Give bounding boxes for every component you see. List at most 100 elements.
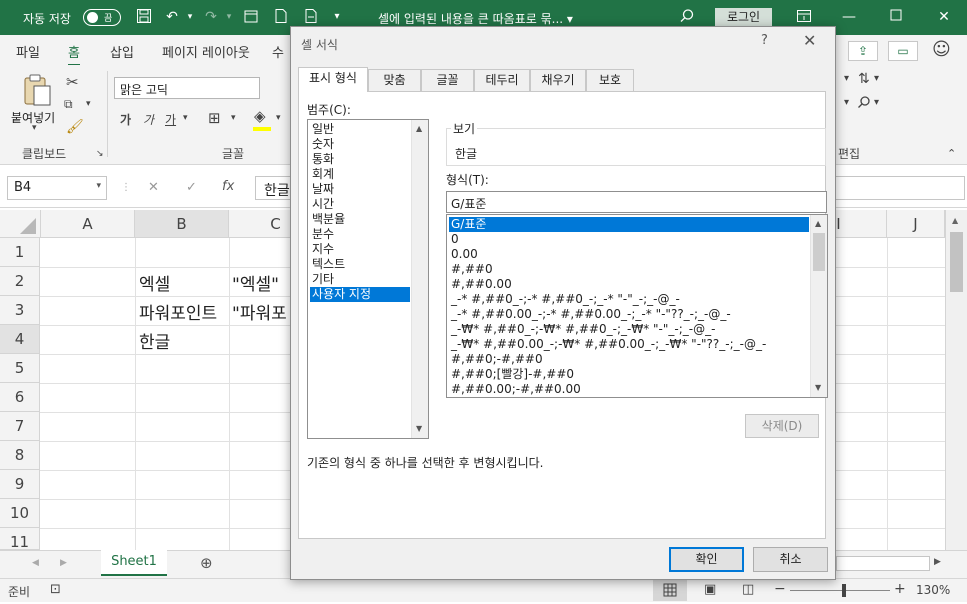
format-item[interactable]: 0 [449,232,459,247]
category-item[interactable]: 일반 [310,122,334,137]
tab-file[interactable]: 파일 [16,42,40,61]
category-item[interactable]: 기타 [310,272,334,287]
delete-button[interactable]: 삭제(D) [745,414,819,438]
maximize-icon[interactable] [887,8,905,26]
form-icon[interactable] [242,8,260,26]
font-name-box[interactable]: 맑은 고딕 [114,77,260,99]
fill-color-dropdown-icon[interactable]: ▾ [276,113,281,123]
dialog-close-icon[interactable]: ✕ [803,31,816,50]
feedback-smiley-icon[interactable]: ☺ [932,39,951,60]
cell-b2[interactable]: 엑셀 [139,270,170,295]
copy-dropdown-icon[interactable]: ▾ [86,99,91,109]
tab-alignment[interactable]: 맞춤 [368,69,421,91]
page-layout-view-icon[interactable]: ▣ [704,582,716,597]
scroll-up-icon[interactable]: ▲ [952,216,958,225]
tab-fill[interactable]: 채우기 [530,69,586,91]
category-item[interactable]: 분수 [310,227,334,242]
tab-border[interactable]: 테두리 [474,69,530,91]
borders-dropdown-icon[interactable]: ▾ [231,113,236,123]
format-item[interactable]: #,##0.00;-#,##0.00 [449,382,581,397]
fill-color-icon[interactable]: ◈ [254,107,266,125]
format-item[interactable]: #,##0;-#,##0 [449,352,543,367]
bold-button[interactable]: 가 [120,111,131,128]
scroll-up-icon[interactable]: ▲ [815,219,821,228]
format-scrollbar[interactable]: ▲ ▼ [810,215,827,397]
sheet-tab-sheet1[interactable]: Sheet1 [101,550,167,576]
row-header-6[interactable]: 6 [0,383,40,412]
document-title[interactable]: 셀에 입력된 내용을 큰 따옴표로 묶... ▾ [378,10,573,27]
borders-icon[interactable]: ⊞ [208,109,221,127]
minimize-icon[interactable]: — [840,8,858,26]
collapse-ribbon-icon[interactable]: ⌃ [947,147,956,160]
category-scrollbar[interactable]: ▲ ▼ [411,120,428,438]
format-list[interactable]: G/표준 0 0.00 #,##0 #,##0.00 _-* #,##0_-;-… [446,214,828,398]
zoom-level[interactable]: 130% [916,583,950,597]
comments-icon[interactable]: ▭ [888,41,918,61]
row-header-8[interactable]: 8 [0,441,40,470]
normal-view-icon[interactable] [653,580,687,601]
select-all-corner[interactable] [0,210,41,238]
vertical-scrollbar[interactable]: ▲ [945,210,967,550]
undo-icon[interactable]: ↶ [163,8,181,26]
find-dropdown-icon[interactable]: ▾ [874,97,879,108]
name-box[interactable]: B4 ▾ [7,176,107,200]
category-item[interactable]: 통화 [310,152,334,167]
cell-c2[interactable]: "엑셀" [232,270,279,295]
category-item[interactable]: 텍스트 [310,257,345,272]
italic-button[interactable]: 가 [143,111,154,128]
close-window-icon[interactable]: ✕ [935,8,953,26]
category-item[interactable]: 숫자 [310,137,334,152]
column-header-b[interactable]: B [135,210,229,238]
scroll-right-icon[interactable]: ▶ [934,557,941,567]
name-box-dropdown-icon[interactable]: ▾ [96,181,101,191]
format-item[interactable]: _-₩* #,##0.00_-;-₩* #,##0.00_-;_-₩* "-"?… [449,337,766,352]
zoom-in-icon[interactable]: + [894,581,906,597]
add-sheet-icon[interactable]: ⊕ [200,554,213,572]
paste-icon[interactable] [22,73,52,110]
format-input[interactable]: G/표준 [446,191,827,213]
cancel-button[interactable]: 취소 [753,547,828,572]
cut-icon[interactable]: ✂ [66,73,79,91]
format-item[interactable]: 0.00 [449,247,478,262]
save-icon[interactable] [135,8,153,26]
format-painter-icon[interactable]: 🖌 [66,119,84,135]
zoom-slider-thumb[interactable] [842,584,846,597]
cell-b4[interactable]: 한글 [139,328,170,353]
format-item[interactable]: #,##0.00 [449,277,512,292]
macro-record-icon[interactable]: ⊡ [50,582,61,597]
category-item[interactable]: 날짜 [310,182,334,197]
cancel-entry-icon[interactable]: ✕ [148,180,159,195]
zoom-slider-track[interactable] [790,590,890,591]
tab-protection[interactable]: 보호 [586,69,634,91]
format-item-selected[interactable]: G/표준 [449,217,809,232]
category-item[interactable]: 지수 [310,242,334,257]
customize-toolbar-icon[interactable]: ▾ [328,8,346,26]
tab-home[interactable]: 홈 [68,42,80,67]
tab-formulas[interactable]: 수 [272,42,284,61]
prev-sheet-icon[interactable]: ◀ [32,558,39,568]
row-header-2[interactable]: 2 [0,267,40,296]
category-item[interactable]: 백분율 [310,212,345,227]
category-item[interactable]: 시간 [310,197,334,212]
redo-icon[interactable]: ↷ [202,8,220,26]
row-header-9[interactable]: 9 [0,470,40,499]
zoom-out-icon[interactable]: − [774,581,786,597]
row-header-7[interactable]: 7 [0,412,40,441]
tab-number[interactable]: 표시 형식 [298,67,368,92]
category-list[interactable]: 일반 숫자 통화 회계 날짜 시간 백분율 분수 지수 텍스트 기타 사용자 지… [307,119,429,439]
row-header-11[interactable]: 11 [0,528,40,551]
tab-page-layout[interactable]: 페이지 레이아웃 [162,42,250,61]
scroll-down-icon[interactable]: ▼ [416,424,422,433]
row-header-3[interactable]: 3 [0,296,40,325]
category-item-selected[interactable]: 사용자 지정 [310,287,410,302]
filter-dropdown-icon[interactable]: ▾ [874,73,879,84]
column-header-a[interactable]: A [41,210,135,238]
share-icon[interactable]: ⇪ [848,41,878,61]
help-button[interactable]: ? [761,33,768,48]
open-file-icon[interactable] [302,8,320,26]
ribbon-display-icon[interactable] [795,8,813,26]
format-scroll-thumb[interactable] [813,233,825,271]
sort-filter-icon[interactable]: ⇅ [858,71,870,87]
row-header-5[interactable]: 5 [0,354,40,383]
confirm-entry-icon[interactable]: ✓ [186,180,197,195]
